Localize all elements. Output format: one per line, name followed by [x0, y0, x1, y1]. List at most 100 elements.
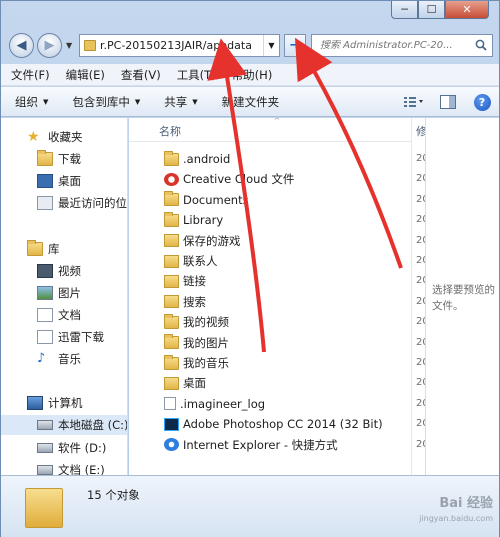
modified-date: 20	[416, 377, 425, 389]
maximize-button[interactable]: ☐	[418, 1, 445, 19]
desktop-folder-icon	[164, 376, 179, 390]
menu-view[interactable]: 查看(V)	[121, 67, 161, 83]
search-icon[interactable]	[475, 39, 487, 51]
nav-label: 收藏夹	[48, 130, 83, 144]
modified-date: 20	[416, 234, 425, 246]
documents-icon	[37, 308, 53, 322]
file-row[interactable]: 保存的游戏	[129, 231, 423, 251]
file-row[interactable]: Library	[129, 210, 423, 230]
file-row[interactable]: Adobe Photoshop CC 2014 (32 Bit)	[129, 414, 423, 434]
window-controls: ─ ☐ ✕	[391, 1, 489, 19]
creative-cloud-icon	[164, 172, 179, 186]
nav-favorites[interactable]: ★ 收藏夹	[1, 127, 127, 147]
contacts-icon	[164, 254, 179, 268]
menu-edit[interactable]: 编辑(E)	[66, 67, 105, 83]
nav-libraries[interactable]: 库	[1, 239, 127, 259]
address-bar[interactable]: r.PC-20150213JAIR/appdata ▼	[79, 34, 280, 57]
star-icon: ★	[27, 129, 40, 145]
column-modified-header[interactable]: 修	[416, 123, 425, 139]
address-history-dropdown[interactable]: ▼	[263, 35, 279, 56]
nav-recent-places[interactable]: 最近访问的位	[1, 193, 127, 213]
nav-label: 文档 (E:)	[58, 463, 105, 475]
back-button[interactable]: ◀	[9, 33, 34, 58]
file-list: 名称 ^ .android Creative Cloud 文件 Documents L…	[129, 118, 423, 475]
file-name: 我的音乐	[183, 356, 229, 370]
explorer-window: ─ ☐ ✕ ◀ ▶ ▼ r.PC-20150213JAIR/appdata ▼ …	[0, 0, 500, 537]
organize-button[interactable]: 组织 ▼	[15, 94, 48, 110]
nav-label: 软件 (D:)	[58, 441, 107, 455]
file-row[interactable]: Internet Explorer - 快捷方式	[129, 435, 423, 455]
share-button[interactable]: 共享 ▼	[164, 94, 197, 110]
nav-drive-d[interactable]: 软件 (D:)	[1, 438, 127, 458]
chevron-down-icon: ▼	[192, 97, 198, 106]
nav-drive-e[interactable]: 文档 (E:)	[1, 460, 127, 475]
nav-desktop[interactable]: 桌面	[1, 171, 127, 191]
modified-date: 20	[416, 255, 425, 266]
file-name: 链接	[183, 274, 206, 289]
nav-music[interactable]: ♪ 音乐	[1, 349, 127, 369]
ie-shortcut-icon	[164, 438, 179, 452]
modified-date: 20	[416, 418, 425, 430]
nav-computer[interactable]: 计算机	[1, 393, 127, 413]
nav-label: 库	[48, 242, 60, 256]
help-button[interactable]: ?	[465, 87, 499, 117]
close-button[interactable]: ✕	[445, 1, 489, 19]
search-input[interactable]	[320, 40, 470, 51]
recent-pages-dropdown[interactable]: ▼	[66, 41, 72, 50]
file-row[interactable]: 链接	[129, 271, 423, 291]
organize-label: 组织	[15, 94, 38, 109]
file-row[interactable]: 搜索	[129, 292, 423, 312]
file-row[interactable]: 我的图片	[129, 333, 423, 353]
forward-arrow-icon: ▶	[44, 38, 55, 53]
file-name: 我的视频	[183, 315, 229, 330]
view-list-icon	[404, 97, 423, 107]
nav-xunlei-downloads[interactable]: 迅雷下载	[1, 327, 127, 347]
modified-date: 20	[416, 214, 425, 226]
file-row[interactable]: 联系人	[129, 251, 423, 271]
folder-icon	[164, 354, 179, 370]
file-name: 保存的游戏	[183, 233, 241, 248]
minimize-button[interactable]: ─	[391, 1, 418, 19]
go-button[interactable]: ➜	[284, 34, 306, 57]
column-header: 名称 ^	[129, 118, 423, 142]
nav-pictures[interactable]: 图片	[1, 283, 127, 303]
file-row[interactable]: 桌面	[129, 373, 423, 393]
forward-button[interactable]: ▶	[37, 33, 62, 58]
menu-help[interactable]: 帮助(H)	[232, 67, 273, 83]
menu-bar: 文件(F) 编辑(E) 查看(V) 工具(T) 帮助(H)	[1, 64, 499, 86]
nav-downloads[interactable]: 下载	[1, 149, 127, 169]
back-arrow-icon: ◀	[16, 38, 27, 53]
file-name: 联系人	[183, 254, 218, 268]
view-options-button[interactable]	[397, 87, 431, 117]
folder-icon	[164, 211, 179, 227]
navigation-pane: ★ 收藏夹 下载 桌面 最近访问的位 库 视频 图片 文档 迅雷下载 ♪ 音乐 …	[1, 118, 128, 475]
folder-icon	[164, 150, 179, 166]
file-name: Creative Cloud 文件	[183, 172, 295, 187]
saved-games-icon	[164, 234, 179, 248]
file-row[interactable]: .android	[129, 149, 423, 169]
column-name-header[interactable]: 名称	[159, 123, 181, 139]
new-folder-button[interactable]: 新建文件夹	[222, 94, 280, 110]
file-row[interactable]: 我的音乐	[129, 353, 423, 373]
file-row[interactable]: Creative Cloud 文件	[129, 169, 423, 189]
watermark-brand: Bai 经验	[439, 496, 493, 511]
file-row[interactable]: Documents	[129, 190, 423, 210]
search-box[interactable]	[311, 34, 493, 57]
address-path[interactable]: r.PC-20150213JAIR/appdata	[100, 39, 263, 52]
file-name: Documents	[183, 192, 249, 207]
preview-pane-button[interactable]	[431, 87, 465, 117]
include-in-library-button[interactable]: 包含到库中 ▼	[72, 94, 140, 110]
include-label: 包含到库中	[72, 94, 130, 109]
file-row[interactable]: .imagineer_log	[129, 394, 423, 414]
share-label: 共享	[164, 94, 188, 109]
menu-file[interactable]: 文件(F)	[11, 67, 50, 83]
nav-videos[interactable]: 视频	[1, 261, 127, 281]
nav-local-disk-c[interactable]: 本地磁盘 (C:)	[1, 415, 127, 435]
nav-documents[interactable]: 文档	[1, 305, 127, 325]
menu-tools[interactable]: 工具(T)	[177, 67, 216, 83]
folder-icon	[164, 334, 179, 350]
modified-date: 20	[416, 438, 425, 450]
watermark-url: jingyan.baidu.com	[419, 514, 493, 523]
file-row[interactable]: 我的视频	[129, 312, 423, 332]
help-icon: ?	[473, 93, 491, 111]
